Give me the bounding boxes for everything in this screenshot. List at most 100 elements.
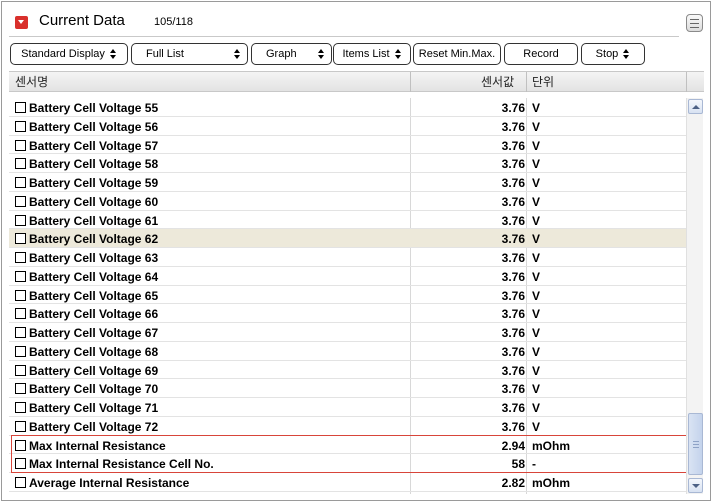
record-button[interactable]: Record: [504, 43, 578, 65]
standard-display-select[interactable]: Standard Display: [10, 43, 128, 65]
sensor-value: 3.76: [501, 194, 525, 209]
scroll-down-icon[interactable]: [688, 478, 703, 493]
row-checkbox[interactable]: [15, 102, 26, 113]
table-row[interactable]: Battery Cell Voltage 71 3.76 V: [9, 398, 686, 417]
row-checkbox[interactable]: [15, 120, 26, 132]
sensor-name: Battery Cell Voltage 63: [29, 251, 159, 265]
updown-arrows-icon: [318, 49, 325, 59]
panel-header: Current Data 105/118: [2, 2, 710, 37]
table-row[interactable]: Battery Cell Voltage 63 3.76 V: [9, 248, 686, 267]
row-checkbox[interactable]: [15, 364, 26, 376]
vertical-scrollbar[interactable]: [686, 98, 703, 494]
sensor-value: 3.76: [501, 326, 525, 340]
sensor-unit: V: [532, 119, 541, 134]
row-checkbox[interactable]: [15, 458, 26, 470]
sensor-unit: V: [532, 232, 541, 247]
table-row[interactable]: Max Internal Resistance Cell No. 58-: [9, 454, 686, 473]
sensor-name: Battery Cell Voltage 59: [29, 176, 159, 190]
table-row[interactable]: Battery Cell Voltage 62 3.76 V: [9, 229, 686, 248]
table-row[interactable]: Battery Cell Voltage 70 3.76 V: [9, 379, 686, 398]
updown-arrows-icon: [109, 49, 117, 59]
sensor-list: Battery Cell Voltage 55 3.76 V Battery Cell…: [9, 98, 686, 494]
table-row[interactable]: Battery Cell Voltage 69 3.76 V: [9, 361, 686, 380]
table-row[interactable]: Battery Cell Voltage 67 3.76 V: [9, 323, 686, 342]
sensor-name: Battery Cell Voltage 55: [29, 101, 159, 115]
row-checkbox[interactable]: [15, 327, 26, 338]
table-row[interactable]: Battery Cell Voltage 57 3.76 V: [9, 136, 686, 155]
full-list-select[interactable]: Full List: [131, 43, 248, 65]
column-divider: [526, 72, 527, 92]
updown-arrows-icon: [394, 49, 402, 59]
table-row[interactable]: Battery Cell Voltage 68 3.76 V: [9, 342, 686, 361]
sensor-value: 3.76: [501, 363, 525, 378]
graph-select[interactable]: Graph: [251, 43, 332, 65]
reset-min-max-button[interactable]: Reset Min.Max.: [413, 43, 501, 65]
sensor-name: Battery Cell Voltage 66: [29, 307, 159, 322]
sensor-name: Battery Cell Voltage 60: [29, 194, 159, 209]
header-divider: [9, 36, 679, 37]
reset-min-max-label: Reset Min.Max.: [418, 48, 496, 60]
table-row[interactable]: Battery Cell Voltage 64 3.76 V: [9, 267, 686, 286]
row-checkbox[interactable]: [15, 477, 26, 488]
column-header-unit[interactable]: 단위: [532, 72, 554, 92]
row-checkbox[interactable]: [15, 177, 26, 188]
table-row[interactable]: Battery Cell Voltage 56 3.76 V: [9, 117, 686, 136]
row-checkbox[interactable]: [15, 270, 26, 282]
sensor-name: Battery Cell Voltage 64: [29, 269, 159, 284]
row-checkbox[interactable]: [15, 158, 26, 170]
scrollbar-thumb[interactable]: [688, 413, 703, 475]
row-checkbox[interactable]: [15, 383, 26, 395]
sensor-value: 3.76: [501, 251, 525, 265]
row-checkbox[interactable]: [15, 214, 26, 226]
row-checkbox[interactable]: [15, 308, 26, 320]
row-checkbox[interactable]: [15, 252, 26, 263]
table-row[interactable]: Battery Cell Voltage 61 3.76 V: [9, 211, 686, 230]
sensor-name: Battery Cell Voltage 62: [29, 232, 159, 247]
sensor-unit: V: [532, 176, 541, 190]
column-header-sensor-name[interactable]: 센서명: [15, 72, 48, 92]
sensor-unit: V: [532, 382, 541, 397]
collapse-toggle-icon[interactable]: [15, 16, 28, 29]
table-row[interactable]: Battery Cell Voltage 59 3.76 V: [9, 173, 686, 192]
row-checkbox[interactable]: [15, 420, 26, 432]
sensor-value: 3.76: [501, 288, 525, 303]
items-list-select[interactable]: Items List: [333, 43, 411, 65]
table-row[interactable]: Battery Cell Voltage 72 3.76 V: [9, 417, 686, 436]
sensor-unit: mOhm: [532, 476, 571, 490]
sensor-value: 3.76: [501, 382, 525, 397]
sensor-unit: V: [532, 157, 541, 172]
table-row[interactable]: Battery Cell Voltage 55 3.76 V: [9, 98, 686, 117]
table-row[interactable]: Max Internal Resistance 2.94 mOhm: [9, 436, 686, 455]
row-checkbox[interactable]: [15, 195, 26, 207]
sensor-value: 3.76: [501, 157, 525, 172]
row-checkbox[interactable]: [15, 439, 26, 451]
table-row[interactable]: Battery Cell Voltage 58 3.76 V: [9, 154, 686, 173]
menu-icon[interactable]: [686, 14, 703, 32]
sensor-name: Battery Cell Voltage 70: [29, 382, 159, 397]
sensor-value: 2.94: [501, 438, 525, 453]
row-checkbox[interactable]: [15, 289, 26, 301]
sensor-value: 3.76: [501, 119, 525, 134]
sensor-unit: mOhm: [532, 438, 571, 453]
row-checkbox[interactable]: [15, 139, 26, 151]
row-checkbox[interactable]: [15, 233, 26, 245]
table-row[interactable]: Battery Cell Voltage 66 3.76 V: [9, 304, 686, 323]
sensor-unit: V: [532, 101, 541, 115]
stop-label: Stop: [595, 48, 619, 60]
sensor-name: Battery Cell Voltage 67: [29, 326, 159, 340]
row-checkbox[interactable]: [15, 402, 26, 413]
sensor-unit: V: [532, 307, 541, 322]
sensor-unit: V: [532, 269, 541, 284]
sensor-unit: V: [532, 288, 541, 303]
column-header-sensor-value[interactable]: 센서값: [481, 72, 514, 92]
table-row[interactable]: Battery Cell Voltage 65 3.76 V: [9, 286, 686, 305]
table-row[interactable]: Average Internal Resistance 2.82 mOhm: [9, 473, 686, 492]
scroll-up-icon[interactable]: [688, 99, 703, 114]
stop-select[interactable]: Stop: [581, 43, 645, 65]
panel-title: Current Data: [39, 12, 125, 29]
table-row[interactable]: Battery Cell Voltage 60 3.76 V: [9, 192, 686, 211]
sensor-name: Battery Cell Voltage 69: [29, 363, 159, 378]
row-checkbox[interactable]: [15, 345, 26, 357]
column-divider: [686, 72, 687, 92]
sensor-unit: V: [532, 194, 541, 209]
